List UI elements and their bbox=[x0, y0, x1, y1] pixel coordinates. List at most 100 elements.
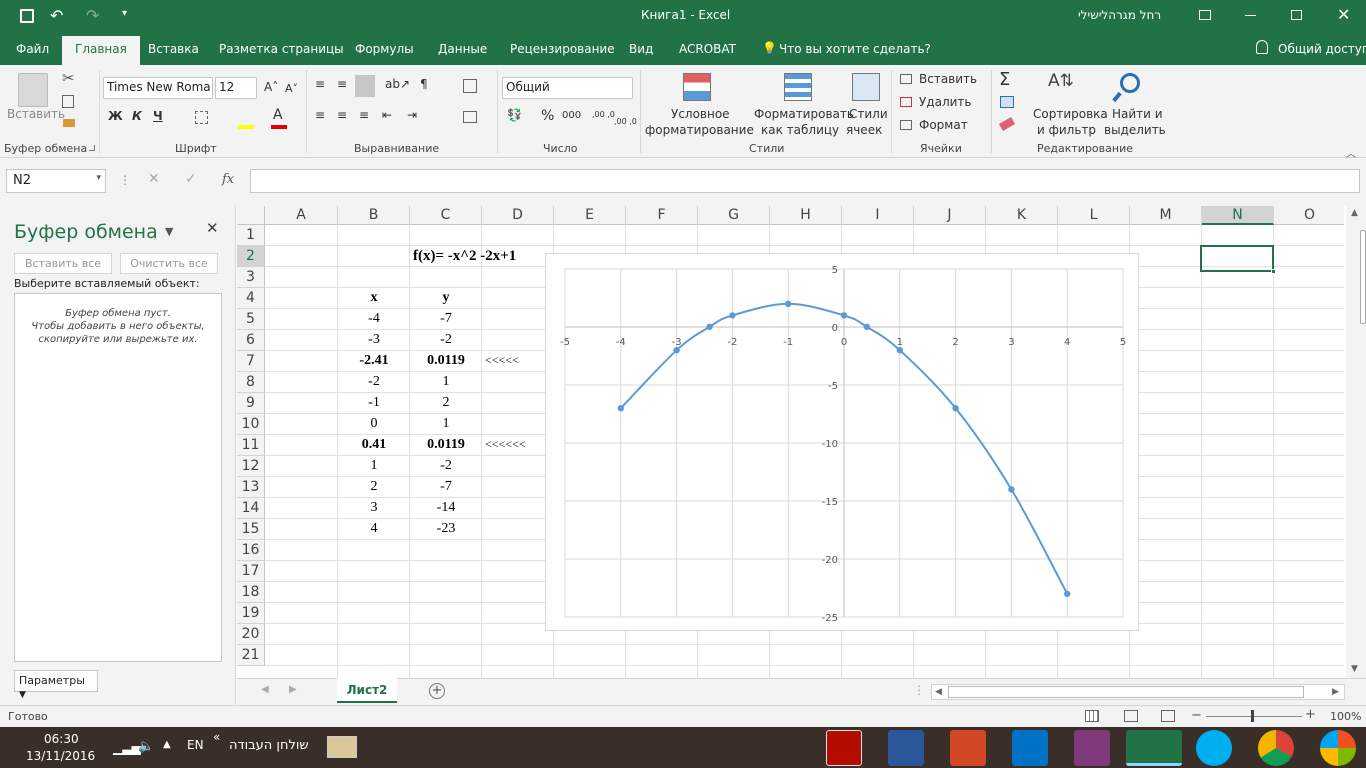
worksheet-grid[interactable]: ABCDEFGHIJKLMNO 1 2 3 4 5 6 7 8 9 10 11 12 13 14 15 16 1… bbox=[237, 206, 1344, 678]
cell-C12[interactable]: -2 bbox=[410, 458, 482, 474]
tab-review[interactable]: Рецензирование bbox=[510, 42, 615, 56]
column-header-K[interactable]: K bbox=[986, 206, 1058, 225]
cell-C2-formula-title[interactable]: f(x)= -x^2 -2x+1 bbox=[410, 248, 550, 265]
row-header-11[interactable]: 11 bbox=[237, 435, 265, 456]
zoom-slider[interactable] bbox=[1206, 716, 1302, 717]
onenote-taskbar-icon[interactable] bbox=[1074, 730, 1110, 766]
font-color-icon[interactable] bbox=[271, 125, 287, 129]
zoom-in-icon[interactable]: + bbox=[1305, 707, 1316, 722]
find-select-label-2[interactable]: выделить bbox=[1104, 123, 1166, 137]
volume-icon[interactable]: 🔈 bbox=[138, 739, 154, 754]
hscroll-thumb[interactable] bbox=[948, 686, 1304, 698]
save-icon[interactable] bbox=[20, 9, 34, 23]
scroll-up-icon[interactable]: ▲ bbox=[1351, 208, 1358, 218]
cell-C5[interactable]: -7 bbox=[410, 311, 482, 327]
cell-styles-label-1[interactable]: Стили bbox=[849, 107, 888, 121]
cell-B15[interactable]: 4 bbox=[338, 521, 410, 537]
sort-filter-icon[interactable]: A⇅ bbox=[1048, 71, 1074, 91]
cell-C14[interactable]: -14 bbox=[410, 500, 482, 516]
powerpoint-taskbar-icon[interactable] bbox=[950, 730, 986, 766]
sheet-next-icon[interactable]: ▶ bbox=[289, 684, 297, 695]
cell-C9[interactable]: 2 bbox=[410, 395, 482, 411]
clear-all-button[interactable]: Очистить все bbox=[120, 253, 218, 274]
desktop-toolbar-label[interactable]: שולחן העבודה bbox=[229, 738, 309, 753]
cell-B12[interactable]: 1 bbox=[338, 458, 410, 474]
cell-D7-marker[interactable]: <<<<< bbox=[482, 353, 554, 368]
dialog-launcher-icon[interactable] bbox=[89, 145, 95, 151]
vertical-scrollbar[interactable]: ▲ ▼ bbox=[1346, 206, 1366, 678]
column-header-C[interactable]: C bbox=[410, 206, 482, 225]
decrease-indent-icon[interactable]: ⇤ bbox=[382, 108, 392, 122]
tab-home[interactable]: Главная bbox=[62, 36, 140, 65]
borders-icon[interactable] bbox=[195, 111, 208, 124]
scroll-down-icon[interactable]: ▼ bbox=[1351, 664, 1358, 674]
cell-C4-header-y[interactable]: y bbox=[410, 290, 482, 306]
start-button-icon[interactable] bbox=[1320, 730, 1356, 766]
align-top-icon[interactable]: ≡ bbox=[315, 77, 325, 91]
row-header-8[interactable]: 8 bbox=[237, 372, 265, 393]
decrease-decimal-button[interactable]: ,00 ,0 bbox=[614, 117, 637, 126]
user-name[interactable]: רחל מגרהלישילי bbox=[1078, 8, 1161, 22]
copy-icon[interactable] bbox=[62, 95, 74, 108]
row-header-12[interactable]: 12 bbox=[237, 456, 265, 477]
excel-taskbar-icon[interactable] bbox=[1126, 730, 1182, 766]
row-header-1[interactable]: 1 bbox=[237, 225, 265, 246]
column-header-M[interactable]: M bbox=[1130, 206, 1202, 225]
column-header-F[interactable]: F bbox=[626, 206, 698, 225]
underline-button[interactable]: Ч bbox=[153, 109, 163, 123]
horizontal-scrollbar[interactable]: ◀ ▶ bbox=[931, 684, 1345, 700]
chart[interactable]: -5 -4 -3 -2 -1 0 1 2 3 4 5 5 0 -5 -10 -15 -20 -25 bbox=[545, 253, 1139, 631]
cell-B9[interactable]: -1 bbox=[338, 395, 410, 411]
increase-indent-icon[interactable]: ⇥ bbox=[407, 108, 417, 122]
column-header-D[interactable]: D bbox=[482, 206, 554, 225]
hscroll-right-icon[interactable]: ▶ bbox=[1332, 687, 1339, 697]
signal-icon[interactable]: ▁▃▅ bbox=[113, 741, 141, 755]
qat-customize-icon[interactable]: ▾ bbox=[122, 8, 127, 19]
cell-C13[interactable]: -7 bbox=[410, 479, 482, 495]
row-header-6[interactable]: 6 bbox=[237, 330, 265, 351]
percent-button[interactable]: % bbox=[541, 108, 554, 124]
hscroll-left-icon[interactable]: ◀ bbox=[935, 687, 942, 697]
row-header-15[interactable]: 15 bbox=[237, 519, 265, 540]
paste-button[interactable]: Вставить bbox=[7, 107, 65, 121]
align-right-icon[interactable]: ≡ bbox=[359, 108, 369, 122]
undo-icon[interactable]: ↶ bbox=[50, 6, 63, 25]
desktop-toolbar-arrow[interactable]: « bbox=[213, 730, 220, 744]
cell-styles-label-2[interactable]: ячеек bbox=[846, 123, 882, 137]
autosum-icon[interactable]: Σ bbox=[999, 69, 1010, 90]
align-left-icon[interactable]: ≡ bbox=[315, 108, 325, 122]
tray-expand-icon[interactable]: ▲ bbox=[163, 739, 171, 750]
font-name-select[interactable]: Times New Roma bbox=[103, 77, 213, 99]
row-header-3[interactable]: 3 bbox=[237, 267, 265, 288]
row-header-4[interactable]: 4 bbox=[237, 288, 265, 309]
cell-B8[interactable]: -2 bbox=[338, 374, 410, 390]
cell-C7[interactable]: 0.0119 bbox=[410, 353, 482, 369]
fill-handle[interactable] bbox=[1271, 269, 1276, 274]
page-break-view-icon[interactable] bbox=[1161, 710, 1175, 722]
column-header-E[interactable]: E bbox=[554, 206, 626, 225]
shrink-font-icon[interactable]: A˅ bbox=[285, 82, 298, 95]
cell-B6[interactable]: -3 bbox=[338, 332, 410, 348]
row-header-21[interactable]: 21 bbox=[237, 645, 265, 666]
cell-B5[interactable]: -4 bbox=[338, 311, 410, 327]
column-header-L[interactable]: L bbox=[1058, 206, 1130, 225]
conditional-format-label-2[interactable]: форматирование bbox=[645, 123, 754, 137]
cell-B10[interactable]: 0 bbox=[338, 416, 410, 432]
column-header-B[interactable]: B bbox=[338, 206, 410, 225]
scroll-thumb[interactable] bbox=[1360, 230, 1366, 324]
tab-page-layout[interactable]: Разметка страницы bbox=[219, 42, 344, 56]
pane-options-icon[interactable]: ▼ bbox=[165, 225, 173, 238]
column-header-J[interactable]: J bbox=[914, 206, 986, 225]
column-header-A[interactable]: A bbox=[265, 206, 338, 225]
cell-B11[interactable]: 0.41 bbox=[338, 437, 410, 453]
zoom-out-icon[interactable]: − bbox=[1191, 708, 1202, 723]
bold-button[interactable]: Ж bbox=[108, 109, 123, 123]
minimize-icon[interactable] bbox=[1245, 15, 1256, 16]
row-header-13[interactable]: 13 bbox=[237, 477, 265, 498]
column-header-N[interactable]: N bbox=[1202, 206, 1274, 225]
cut-icon[interactable]: ✂ bbox=[62, 69, 75, 87]
active-cell-N2[interactable] bbox=[1200, 245, 1274, 272]
format-cells-button[interactable]: Формат bbox=[919, 118, 968, 132]
find-select-label-1[interactable]: Найти и bbox=[1112, 107, 1163, 121]
outlook-taskbar-icon[interactable] bbox=[1012, 730, 1048, 766]
